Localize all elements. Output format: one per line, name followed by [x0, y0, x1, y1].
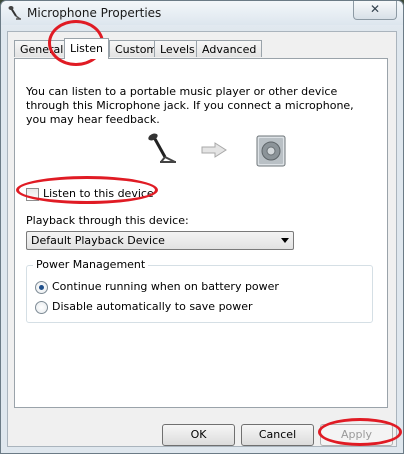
microphone-icon	[148, 133, 176, 163]
power-management-group: Power Management Continue running when o…	[26, 258, 373, 323]
listen-panel: You can listen to a portable music playe…	[14, 58, 388, 408]
cancel-button[interactable]: Cancel	[241, 424, 314, 446]
playback-label: Playback through this device:	[26, 214, 189, 227]
ok-button[interactable]: OK	[162, 424, 235, 446]
close-icon: ✕	[369, 2, 381, 16]
window-title: Microphone Properties	[27, 6, 162, 20]
listen-description: You can listen to a portable music playe…	[26, 85, 354, 126]
tab-listen[interactable]: Listen	[64, 38, 109, 59]
title-bar[interactable]: Microphone Properties ✕	[1, 1, 403, 25]
arrow-right-icon	[201, 142, 227, 158]
tab-advanced[interactable]: Advanced	[196, 40, 263, 57]
chevron-down-icon	[281, 238, 289, 243]
tab-general[interactable]: General	[14, 40, 70, 57]
apply-button[interactable]: Apply	[320, 424, 393, 446]
speaker-icon	[256, 135, 286, 167]
radio-disable[interactable]	[35, 301, 48, 314]
radio-continue[interactable]	[35, 281, 48, 294]
close-button[interactable]: ✕	[353, 1, 397, 20]
listen-checkbox-label[interactable]: Listen to this device	[43, 187, 154, 200]
radio-disable-label[interactable]: Disable automatically to save power	[52, 300, 253, 313]
playback-device-value: Default Playback Device	[31, 234, 165, 247]
dialog-client: General Listen Custom Levels Advanced Yo…	[7, 31, 397, 447]
listen-checkbox[interactable]	[26, 188, 39, 201]
power-management-title: Power Management	[33, 258, 149, 271]
radio-continue-label[interactable]: Continue running when on battery power	[52, 280, 279, 293]
tab-levels[interactable]: Levels	[154, 40, 201, 57]
properties-window: Microphone Properties ✕ General Listen C…	[0, 0, 404, 454]
playback-device-dropdown[interactable]: Default Playback Device	[26, 231, 294, 250]
microphone-title-icon	[8, 6, 21, 20]
